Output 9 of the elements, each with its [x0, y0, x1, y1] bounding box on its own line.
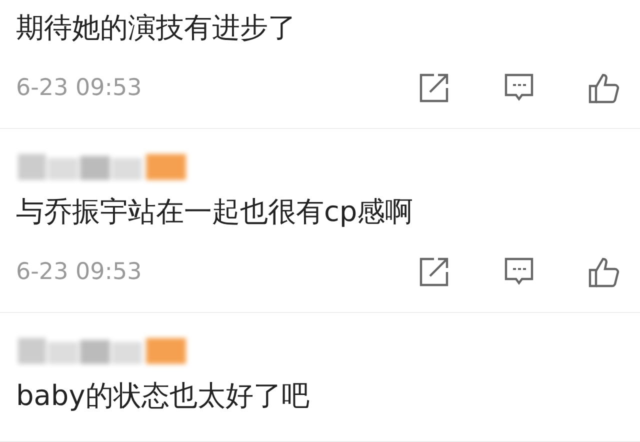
share-icon[interactable] — [418, 72, 450, 104]
comment-text: baby的状态也太好了吧 — [16, 378, 310, 414]
thumbs-up-icon[interactable] — [588, 72, 620, 104]
thumbs-up-icon[interactable] — [588, 256, 620, 288]
comment-time: 6-23 09:53 — [16, 75, 142, 101]
comment-time: 6-23 09:53 — [16, 259, 142, 285]
comment-text: 与乔振宇站在一起也很有cp感啊 — [16, 194, 414, 230]
share-icon[interactable] — [418, 256, 450, 288]
comment-text: 期待她的演技有进步了 — [16, 10, 296, 46]
